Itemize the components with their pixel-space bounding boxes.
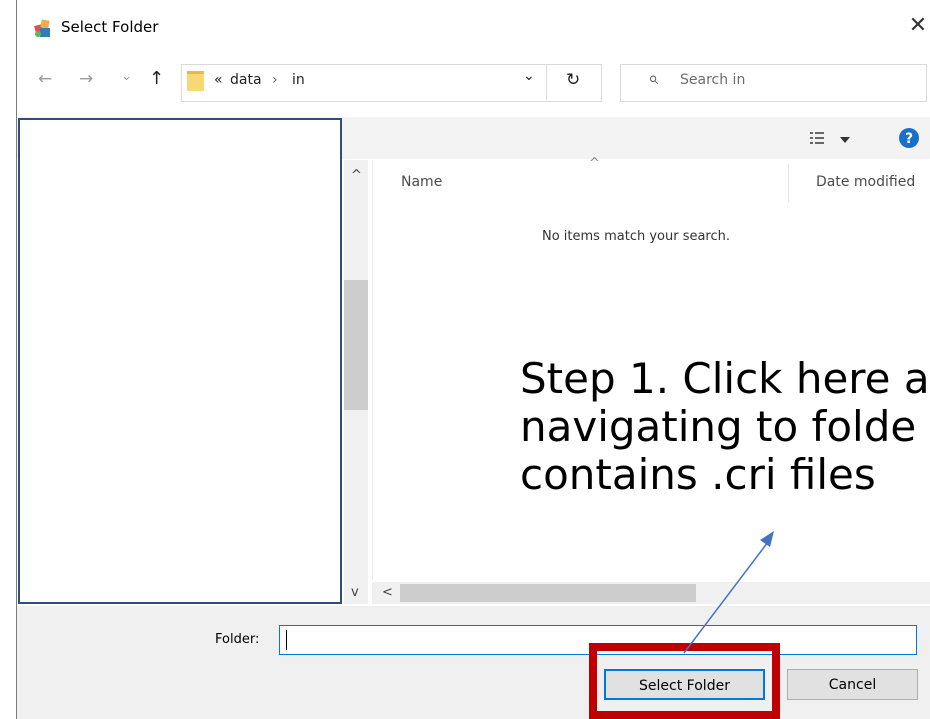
folder-field-label: Folder: bbox=[215, 632, 260, 647]
sort-indicator-icon: ^ bbox=[589, 156, 600, 171]
dialog-footer bbox=[17, 606, 930, 719]
search-icon: ⌕ bbox=[648, 68, 659, 89]
pane-divider bbox=[372, 160, 373, 580]
help-icon[interactable]: ? bbox=[898, 127, 920, 153]
annotation-line-1: Step 1. Click here a bbox=[520, 355, 930, 403]
recent-locations-chevron-icon[interactable]: ⌄ bbox=[121, 66, 132, 88]
folder-icon bbox=[186, 69, 206, 93]
nav-pane-scroll-thumb[interactable] bbox=[344, 280, 368, 410]
window-title: Select Folder bbox=[61, 18, 159, 36]
empty-list-message: No items match your search. bbox=[542, 229, 731, 244]
scroll-down-icon[interactable]: v bbox=[351, 585, 359, 600]
breadcrumb-item-in[interactable]: in bbox=[292, 72, 305, 88]
back-arrow-icon[interactable]: ← bbox=[38, 68, 52, 90]
annotation-text: Step 1. Click here a navigating to folde… bbox=[520, 355, 930, 499]
forward-arrow-icon[interactable]: → bbox=[79, 68, 93, 90]
address-dropdown-chevron-icon[interactable]: ⌄ bbox=[523, 68, 535, 84]
view-options-icon[interactable] bbox=[809, 130, 825, 150]
highlight-box bbox=[589, 643, 780, 719]
view-dropdown-caret-icon[interactable] bbox=[840, 133, 850, 149]
annotation-line-2: navigating to folde bbox=[520, 402, 917, 451]
close-icon[interactable]: ✕ bbox=[906, 12, 930, 40]
search-box[interactable] bbox=[620, 64, 927, 102]
svg-text:?: ? bbox=[905, 131, 913, 147]
app-icon bbox=[32, 17, 54, 39]
scroll-up-icon[interactable]: ^ bbox=[351, 168, 362, 183]
annotation-line-3: contains .cri files bbox=[520, 450, 876, 499]
horizontal-scroll-thumb[interactable] bbox=[400, 584, 696, 602]
breadcrumb-separator: › bbox=[272, 72, 278, 88]
breadcrumb-item-data[interactable]: data bbox=[230, 72, 262, 88]
breadcrumb-overflow[interactable]: « bbox=[214, 72, 223, 88]
refresh-icon[interactable]: ↻ bbox=[566, 70, 580, 90]
text-caret bbox=[286, 630, 287, 650]
cancel-button[interactable]: Cancel bbox=[787, 669, 918, 700]
column-header-name[interactable]: Name bbox=[401, 174, 442, 190]
navigation-pane[interactable] bbox=[18, 118, 342, 604]
search-input[interactable]: Search in bbox=[680, 72, 745, 88]
column-header-divider bbox=[788, 164, 789, 202]
column-header-date-modified[interactable]: Date modified bbox=[816, 174, 915, 190]
scroll-left-icon[interactable]: < bbox=[382, 585, 393, 600]
address-divider bbox=[546, 65, 547, 100]
up-arrow-icon[interactable]: ↑ bbox=[149, 68, 164, 90]
